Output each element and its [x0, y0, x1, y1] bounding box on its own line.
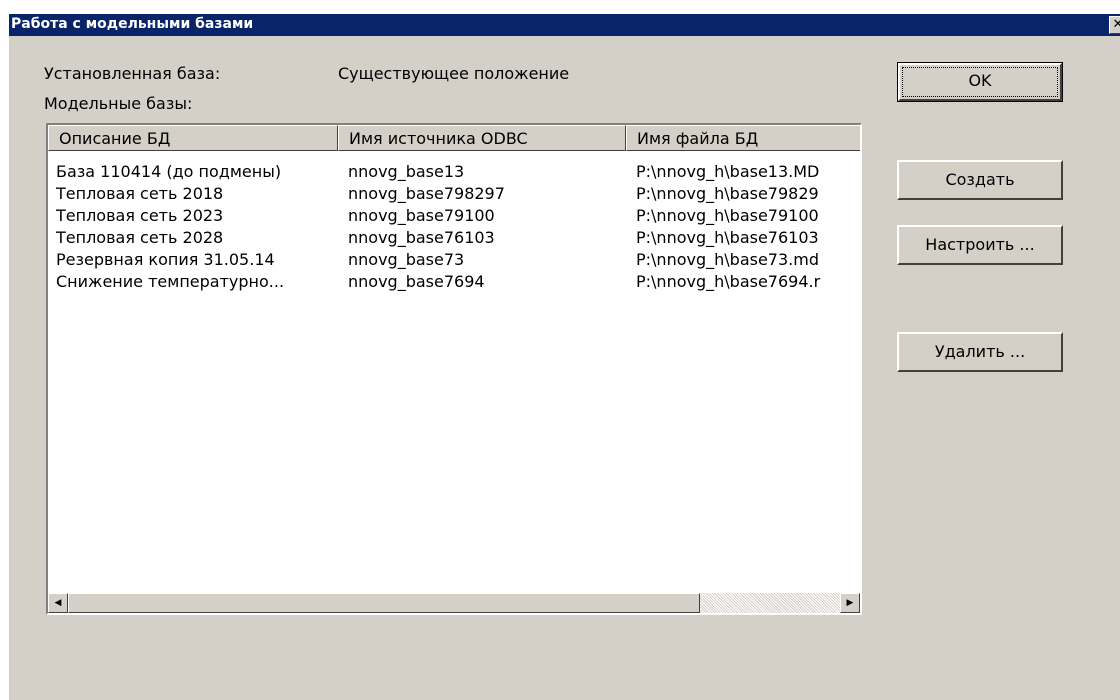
cell-odbc-source: nnovg_base13	[348, 162, 465, 181]
scroll-left-icon[interactable]: ◀	[48, 593, 68, 613]
table-row[interactable]: Резервная копия 31.05.14 nnovg_base73 P:…	[48, 250, 860, 272]
installed-base-label: Установленная база:	[44, 64, 221, 83]
title-bar: Работа с модельными базами ✕	[9, 14, 1120, 36]
cell-db-file: P:\nnovg_h\base73.md	[636, 250, 819, 269]
column-header-odbc-source[interactable]: Имя источника ODBC	[338, 125, 626, 151]
cell-db-file: P:\nnovg_h\base79829	[636, 184, 819, 203]
cell-description: Тепловая сеть 2028	[56, 228, 224, 247]
configure-button[interactable]: Настроить ...	[897, 225, 1063, 265]
cell-odbc-source: nnovg_base7694	[348, 272, 485, 291]
model-bases-label: Модельные базы:	[44, 94, 193, 113]
close-icon[interactable]: ✕	[1109, 16, 1120, 34]
scroll-right-icon[interactable]: ▶	[840, 593, 860, 613]
cell-odbc-source: nnovg_base76103	[348, 228, 495, 247]
cell-description: Резервная копия 31.05.14	[56, 250, 275, 269]
list-header: Описание БД Имя источника ODBC Имя файла…	[48, 125, 860, 151]
delete-button[interactable]: Удалить ...	[897, 332, 1063, 372]
cell-description: Тепловая сеть 2023	[56, 206, 224, 225]
create-button[interactable]: Создать	[897, 160, 1063, 200]
cell-description: База 110414 (до подмены)	[56, 162, 282, 181]
table-row[interactable]: Тепловая сеть 2028 nnovg_base76103 P:\nn…	[48, 228, 860, 250]
column-header-description[interactable]: Описание БД	[48, 125, 338, 151]
cell-description: Снижение температурно...	[56, 272, 285, 291]
column-header-db-file[interactable]: Имя файла БД	[626, 125, 860, 151]
scroll-thumb[interactable]	[68, 593, 700, 613]
cell-odbc-source: nnovg_base79100	[348, 206, 495, 225]
model-bases-list[interactable]: Описание БД Имя источника ODBC Имя файла…	[46, 123, 862, 615]
cell-db-file: P:\nnovg_h\base13.MD	[636, 162, 820, 181]
dialog-window: Работа с модельными базами ✕ Установленн…	[8, 14, 1120, 700]
cell-odbc-source: nnovg_base798297	[348, 184, 505, 203]
table-row[interactable]: Тепловая сеть 2018 nnovg_base798297 P:\n…	[48, 184, 860, 206]
cell-db-file: P:\nnovg_h\base7694.r	[636, 272, 821, 291]
ok-button-label: OK	[968, 71, 992, 90]
ok-button[interactable]: OK	[897, 62, 1063, 102]
horizontal-scrollbar[interactable]: ◀ ▶	[48, 593, 860, 613]
window-title: Работа с модельными базами	[11, 16, 254, 32]
table-row[interactable]: База 110414 (до подмены) nnovg_base13 P:…	[48, 162, 860, 184]
table-row[interactable]: Снижение температурно... nnovg_base7694 …	[48, 272, 860, 294]
table-row[interactable]: Тепловая сеть 2023 nnovg_base79100 P:\nn…	[48, 206, 860, 228]
cell-db-file: P:\nnovg_h\base76103	[636, 228, 819, 247]
cell-db-file: P:\nnovg_h\base79100	[636, 206, 819, 225]
cell-description: Тепловая сеть 2018	[56, 184, 224, 203]
cell-odbc-source: nnovg_base73	[348, 250, 465, 269]
installed-base-value: Существующее положение	[338, 64, 570, 83]
